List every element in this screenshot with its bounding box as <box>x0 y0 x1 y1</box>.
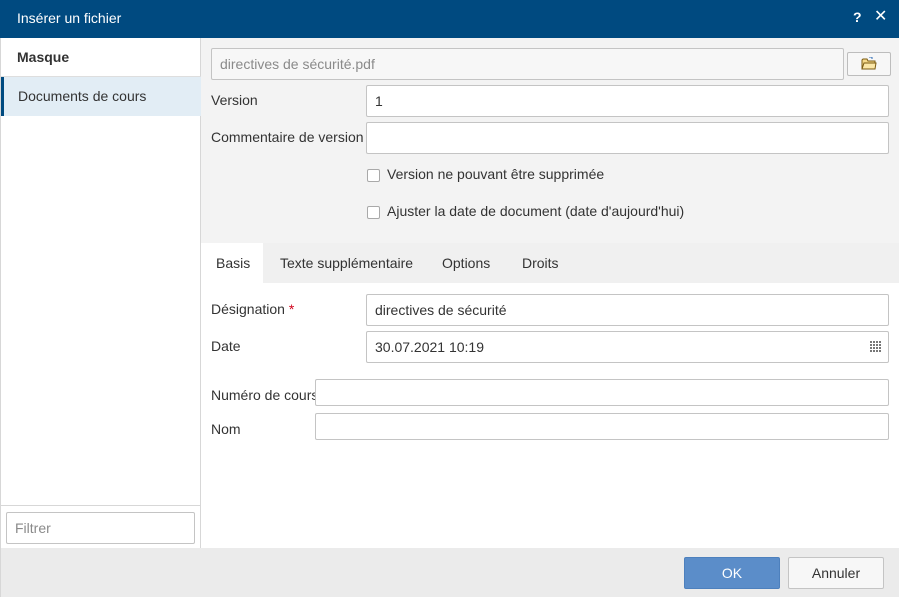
file-version-form: directives de sécurité.pdf Version 1 Com… <box>201 38 899 243</box>
sidebar-item-documents-de-cours[interactable]: Documents de cours <box>1 77 201 116</box>
designation-input[interactable]: directives de sécurité <box>366 294 889 326</box>
filter-input[interactable] <box>6 512 195 544</box>
dialog-footer: OK Annuler <box>0 548 899 597</box>
help-button[interactable]: ? <box>853 9 862 25</box>
tab-options-label: Options <box>442 255 491 271</box>
ok-button[interactable]: OK <box>684 557 780 589</box>
filter-area <box>1 505 201 548</box>
tab-options[interactable]: Options <box>423 243 501 283</box>
undeletable-version-label: Version ne pouvant être supprimée <box>387 166 605 182</box>
cancel-button[interactable]: Annuler <box>788 557 884 589</box>
version-label: Version <box>211 92 258 108</box>
close-button[interactable]: ✕ <box>874 6 887 26</box>
browse-button[interactable] <box>847 52 891 76</box>
tab-basis-label: Basis <box>216 255 251 271</box>
designation-label-text: Désignation <box>211 301 285 317</box>
required-marker: * <box>288 301 295 317</box>
name-label: Nom <box>211 421 241 437</box>
folder-open-icon <box>861 57 877 70</box>
tab-droits-label: Droits <box>522 255 559 271</box>
designation-label: Désignation * <box>211 301 294 317</box>
tab-bar: Basis Texte supplémentaire Options Droit… <box>201 243 899 283</box>
dialog-title: Insérer un fichier <box>17 10 122 26</box>
course-number-input[interactable] <box>315 379 889 406</box>
file-path-field[interactable]: directives de sécurité.pdf <box>211 48 844 80</box>
sidebar-header: Masque <box>1 38 201 77</box>
calendar-icon[interactable] <box>870 341 882 353</box>
version-comment-label: Commentaire de version <box>211 129 364 145</box>
version-comment-input[interactable] <box>366 122 889 154</box>
adjust-date-checkbox[interactable] <box>367 206 380 219</box>
version-input[interactable]: 1 <box>366 85 889 117</box>
course-number-label: Numéro de cours <box>211 387 319 403</box>
sidebar-header-label: Masque <box>17 49 70 65</box>
basis-tab-panel: Désignation * directives de sécurité Dat… <box>201 283 899 548</box>
tab-droits[interactable]: Droits <box>501 243 571 283</box>
undeletable-version-checkbox[interactable] <box>367 169 380 182</box>
tab-basis[interactable]: Basis <box>201 243 263 283</box>
date-value: 30.07.2021 10:19 <box>375 339 484 355</box>
date-label: Date <box>211 338 241 354</box>
name-input[interactable] <box>315 413 889 440</box>
tab-texte-supplementaire[interactable]: Texte supplémentaire <box>263 243 423 283</box>
dialog-titlebar: Insérer un fichier ? ✕ <box>0 0 899 38</box>
date-input[interactable]: 30.07.2021 10:19 <box>366 331 889 363</box>
mask-sidebar: Masque Documents de cours <box>0 38 201 548</box>
adjust-date-label: Ajuster la date de document (date d'aujo… <box>387 203 685 219</box>
tab-texte-supplementaire-label: Texte supplémentaire <box>280 255 414 271</box>
sidebar-item-label: Documents de cours <box>18 88 147 104</box>
